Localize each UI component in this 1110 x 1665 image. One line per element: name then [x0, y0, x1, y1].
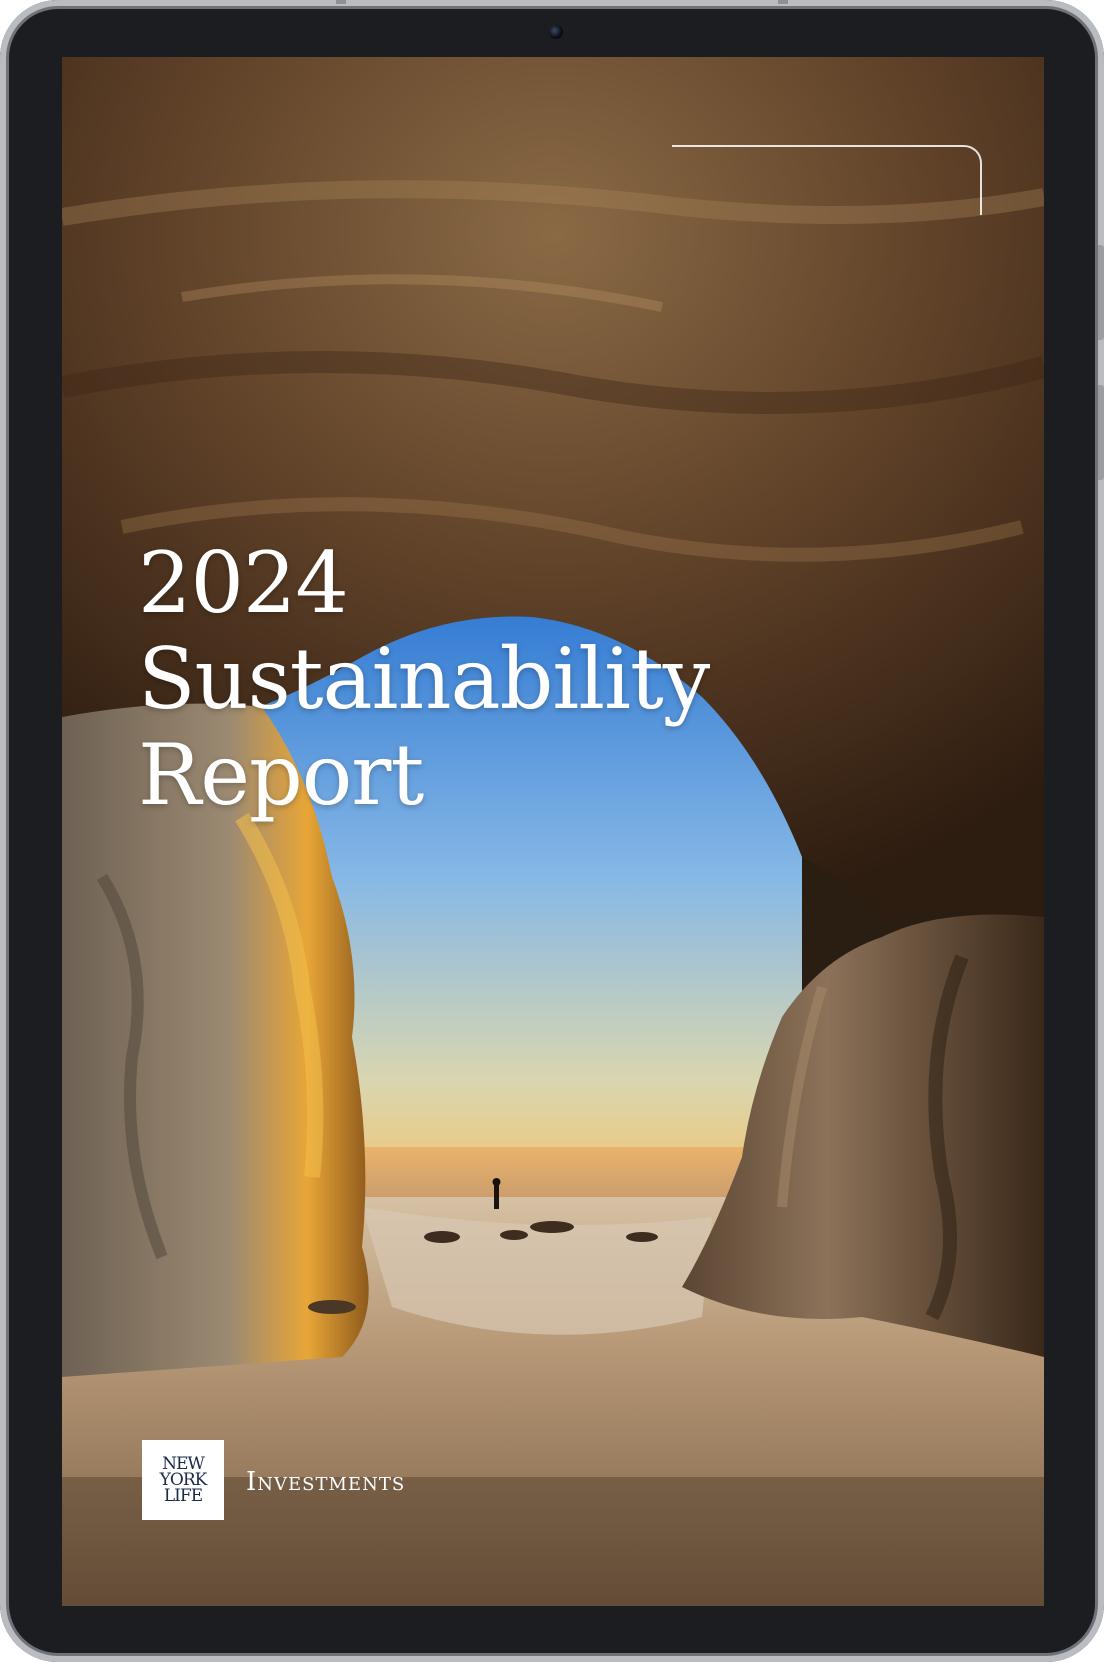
tablet-screen: 2024 Sustainability Report NEW YORK LIFE… — [62, 57, 1044, 1606]
report-title-line-3: Report — [138, 726, 424, 824]
report-title-year: 2024 — [138, 534, 349, 632]
top-button-left — [336, 0, 346, 4]
tablet-frame: 2024 Sustainability Report NEW YORK LIFE… — [0, 0, 1104, 1662]
report-title: 2024 Sustainability Report — [138, 534, 710, 824]
volume-down-button — [1098, 385, 1104, 480]
report-title-line-2: Sustainability — [138, 630, 710, 728]
brand-wordmark: Investments — [246, 1467, 406, 1497]
front-camera-icon — [549, 25, 563, 39]
cave-beach-photo — [62, 57, 1044, 1606]
corner-accent-line — [672, 145, 982, 215]
logo-text-line-3: LIFE — [163, 1486, 203, 1506]
volume-up-button — [1098, 245, 1104, 340]
brand-logo: NEW YORK LIFE — [142, 1440, 224, 1520]
top-button-right — [778, 0, 788, 4]
